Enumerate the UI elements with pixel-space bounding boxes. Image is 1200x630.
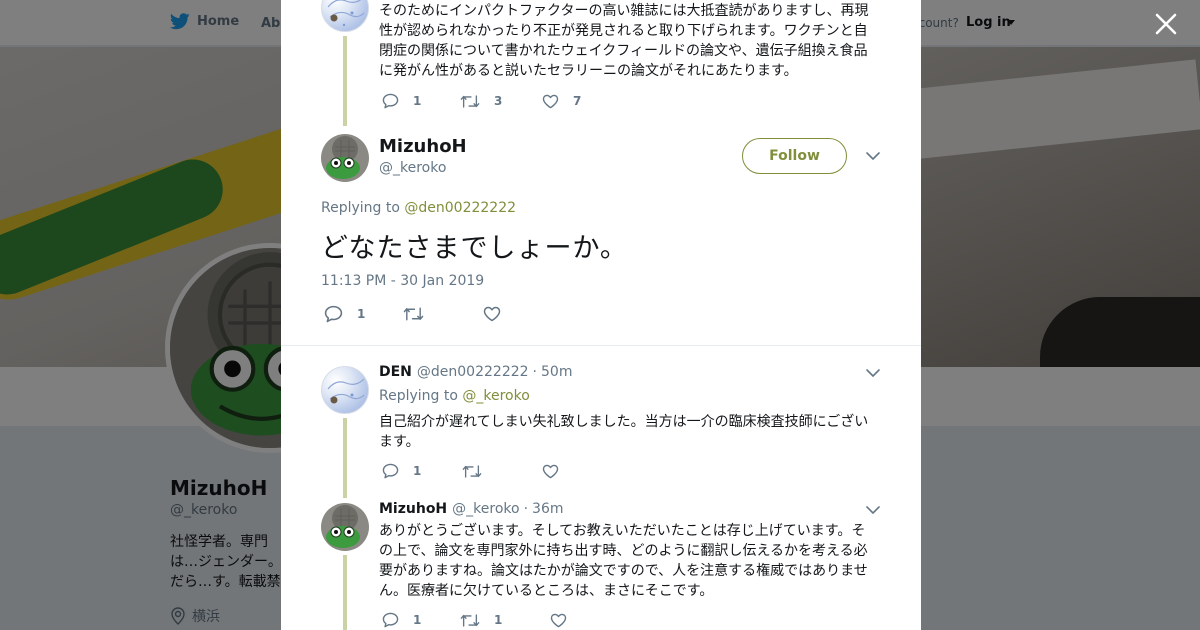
mizuhoh-avatar[interactable] <box>321 503 369 551</box>
chevron-down-icon[interactable] <box>865 150 881 162</box>
retweet-count: 1 <box>494 613 503 627</box>
main-tweet-actions: 1 <box>324 305 501 323</box>
retweet-button[interactable] <box>403 306 483 322</box>
like-button[interactable] <box>542 464 559 479</box>
chevron-down-icon[interactable] <box>865 367 881 379</box>
author-name[interactable]: MizuhoH <box>379 136 467 157</box>
replying-prefix: Replying to <box>321 200 400 216</box>
thread-line <box>343 36 347 126</box>
reply-count: 1 <box>413 94 422 108</box>
thread-line <box>343 418 347 498</box>
heart-icon <box>542 94 559 108</box>
replying-prefix: Replying to <box>379 388 458 404</box>
tweet-modal: そのためにインパクトファクターの高い雑誌には大抵査読がありますし、再現性が認めら… <box>281 0 921 630</box>
reply-button[interactable]: 1 <box>382 463 462 479</box>
reply-count: 1 <box>413 464 422 478</box>
thread-line <box>343 555 347 630</box>
reply-time[interactable]: 36m <box>532 501 563 517</box>
reply-icon <box>382 93 399 109</box>
reply-actions: 1 1 <box>382 612 567 628</box>
close-icon[interactable] <box>1153 11 1179 37</box>
reply-icon <box>382 463 399 479</box>
reply-header: DEN @den00222222 · 50m <box>379 364 573 380</box>
den-avatar-image <box>327 0 365 27</box>
den-avatar-image <box>327 378 365 404</box>
heart-icon <box>542 464 559 478</box>
author-handle[interactable]: @_keroko <box>379 160 446 176</box>
mention-link[interactable]: @den00222222 <box>404 200 516 216</box>
frog-avatar-image <box>321 134 369 182</box>
like-button[interactable] <box>483 306 501 322</box>
retweet-button[interactable]: 1 <box>460 613 550 628</box>
replying-to: Replying to @den00222222 <box>321 200 516 216</box>
mizuhoh-avatar[interactable] <box>321 134 369 182</box>
reply-text: ありがとうございます。そしてお教えいただいたことは存じ上げています。その上で、論… <box>379 523 868 599</box>
reply-icon <box>382 612 399 628</box>
retweet-button[interactable] <box>462 464 542 479</box>
mention-link[interactable]: @_keroko <box>462 388 529 404</box>
heart-icon <box>483 306 501 322</box>
follow-button[interactable]: Follow <box>742 138 847 174</box>
prev-tweet-actions: 1 3 7 <box>382 93 583 109</box>
reply-header: MizuhoH @_keroko · 36m <box>379 501 564 517</box>
like-count: 7 <box>573 94 582 108</box>
reply-author-name[interactable]: DEN <box>379 364 412 380</box>
den-avatar[interactable] <box>321 366 369 414</box>
like-button[interactable]: 7 <box>542 94 583 109</box>
heart-icon <box>550 613 567 627</box>
prev-tweet-text: そのためにインパクトファクターの高い雑誌には大抵査読がありますし、再現性が認めら… <box>379 3 869 79</box>
divider <box>281 345 921 346</box>
reply-button[interactable]: 1 <box>324 305 403 323</box>
reply-author-handle[interactable]: @den00222222 <box>417 364 529 380</box>
reply-icon <box>324 305 343 323</box>
retweet-icon <box>403 307 424 321</box>
like-button[interactable] <box>550 613 567 628</box>
main-tweet-text: どなたさまでしょーか。 <box>321 233 628 264</box>
retweet-icon <box>462 464 482 478</box>
reply-count: 1 <box>357 307 366 321</box>
reply-actions: 1 <box>382 463 559 479</box>
retweet-button[interactable]: 3 <box>460 94 542 109</box>
tweet-timestamp[interactable]: 11:13 PM - 30 Jan 2019 <box>321 273 484 289</box>
reply-button[interactable]: 1 <box>382 612 460 628</box>
reply-text: 自己紹介が遅れてしまい失礼致しました。当方は一介の臨床検査技師にございます。 <box>379 414 869 450</box>
reply-author-name[interactable]: MizuhoH <box>379 501 447 517</box>
reply-button[interactable]: 1 <box>382 93 460 109</box>
frog-avatar-image <box>321 503 369 551</box>
reply-time[interactable]: 50m <box>541 364 572 380</box>
retweet-icon <box>460 613 480 627</box>
retweet-icon <box>460 94 480 108</box>
replying-to: Replying to @_keroko <box>379 388 530 404</box>
chevron-down-icon[interactable] <box>865 504 881 516</box>
retweet-count: 3 <box>494 94 503 108</box>
reply-author-handle[interactable]: @_keroko <box>452 501 519 517</box>
reply-count: 1 <box>413 613 422 627</box>
den-avatar[interactable] <box>321 0 369 32</box>
